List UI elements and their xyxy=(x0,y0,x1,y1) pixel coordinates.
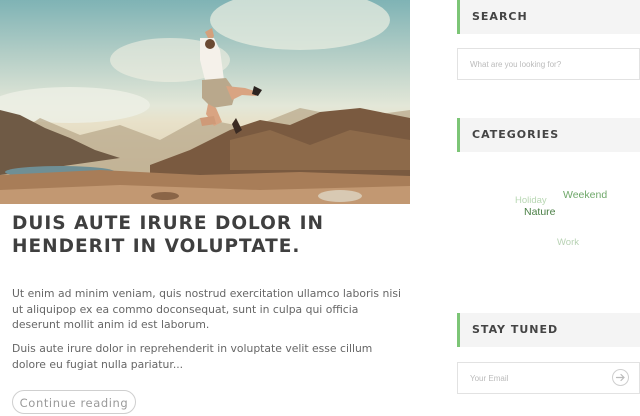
arrow-right-icon xyxy=(615,373,625,382)
stay-tuned-widget-title: STAY TUNED xyxy=(457,313,640,347)
mountain-jump-photo xyxy=(0,0,410,204)
continue-reading-button[interactable]: Continue reading xyxy=(12,390,136,414)
post-excerpt-paragraph: Duis aute irure dolor in reprehenderit i… xyxy=(12,342,373,371)
newsletter-submit-button[interactable] xyxy=(612,369,629,386)
search-widget-title: SEARCH xyxy=(457,0,640,34)
newsletter-form xyxy=(457,362,640,394)
post-excerpt-paragraph: Ut enim ad minim veniam, quis nostrud ex… xyxy=(12,287,401,331)
post-featured-image[interactable] xyxy=(0,0,410,204)
category-tag-nature[interactable]: Nature xyxy=(524,206,556,218)
category-tag-weekend[interactable]: Weekend xyxy=(563,189,607,201)
categories-widget-title: CATEGORIES xyxy=(457,118,640,152)
search-input[interactable] xyxy=(457,48,640,80)
category-tag-holiday[interactable]: Holiday xyxy=(515,195,547,206)
category-tag-work[interactable]: Work xyxy=(557,237,579,248)
email-field[interactable] xyxy=(458,363,603,393)
post-title[interactable]: DUIS AUTE IRURE DOLOR IN HENDERIT IN VOL… xyxy=(12,212,404,258)
